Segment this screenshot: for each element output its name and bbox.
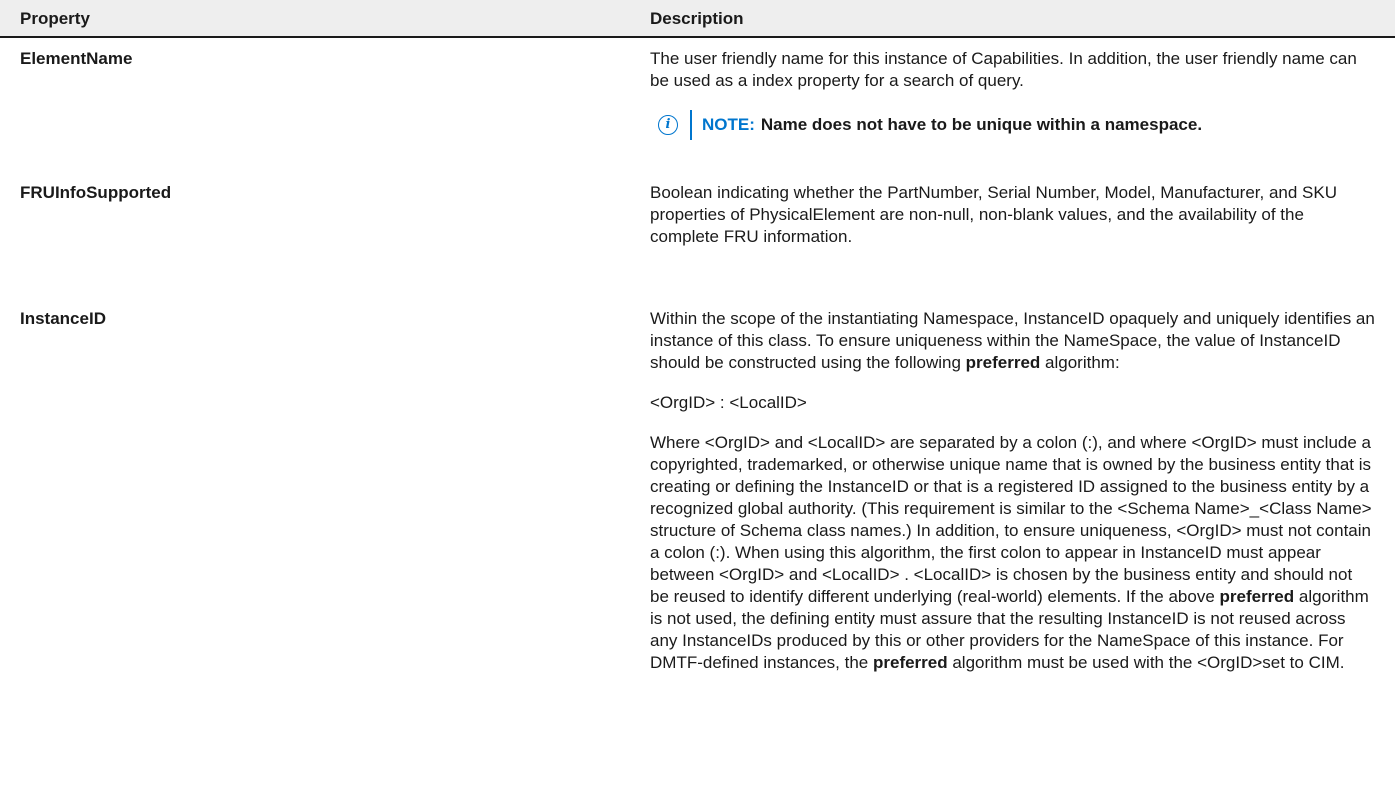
property-description: Within the scope of the instantiating Na…: [650, 298, 1395, 692]
property-table: Property Description ElementName The use…: [0, 0, 1395, 692]
header-property: Property: [20, 9, 90, 28]
header-description: Description: [650, 9, 744, 28]
note-callout: i NOTE: Name does not have to be unique …: [658, 110, 1375, 140]
info-circle-icon: i: [658, 115, 678, 135]
note-divider: [690, 110, 692, 140]
table-row: InstanceID Within the scope of the insta…: [0, 298, 1395, 692]
table-row: FRUInfoSupported Boolean indicating whet…: [0, 172, 1395, 298]
description-paragraph-3: Where <OrgID> and <LocalID> are separate…: [650, 433, 1372, 672]
description-text: The user friendly name for this instance…: [650, 49, 1357, 90]
note-text: Name does not have to be unique within a…: [760, 115, 1203, 134]
property-name: FRUInfoSupported: [20, 183, 172, 202]
property-name: InstanceID: [20, 309, 106, 328]
property-description: Boolean indicating whether the PartNumbe…: [650, 172, 1395, 298]
note-label: NOTE:: [702, 115, 755, 134]
table-header: Property Description: [0, 0, 1395, 38]
description-paragraph-2: <OrgID> : <LocalID>: [650, 393, 807, 412]
description-text: Boolean indicating whether the PartNumbe…: [650, 183, 1337, 246]
description-paragraph-1: Within the scope of the instantiating Na…: [650, 309, 1375, 372]
